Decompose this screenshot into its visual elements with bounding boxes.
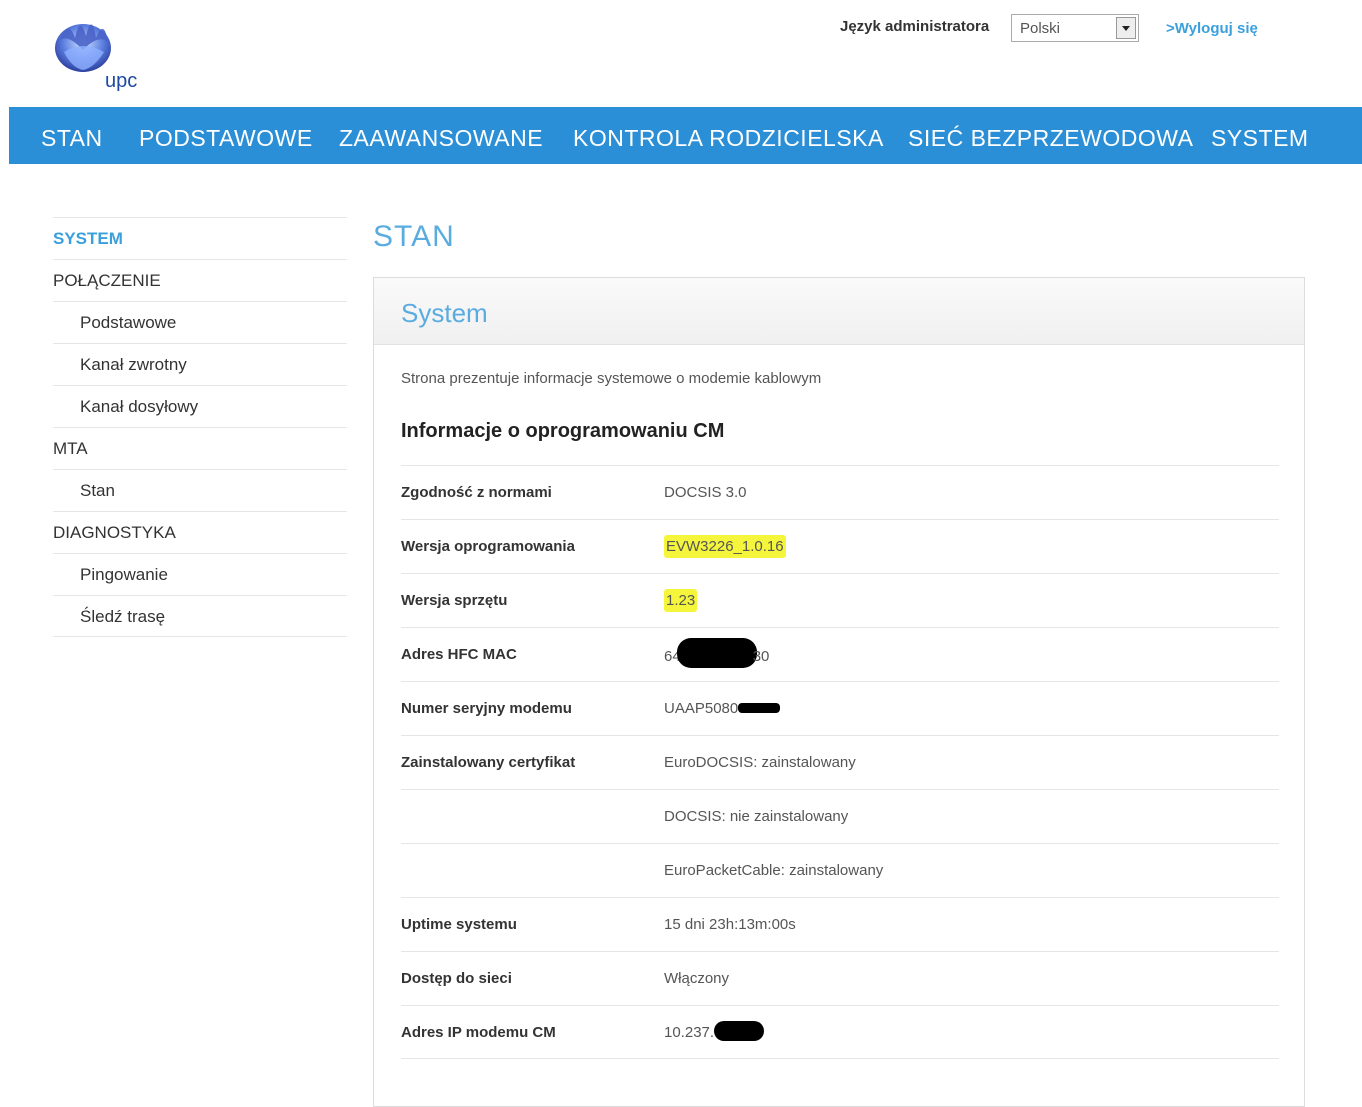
table-row: Uptime systemu 15 dni 23h:13m:00s (401, 897, 1279, 951)
row-value: 10.237. (664, 1021, 765, 1042)
sidebar-item-polaczenie[interactable]: POŁĄCZENIE (53, 259, 347, 301)
ip-prefix: 10.237. (664, 1024, 715, 1041)
redaction-mark (738, 702, 781, 713)
nav-zaawansowane[interactable]: ZAAWANSOWANE (339, 125, 543, 152)
info-table: Zgodność z normami DOCSIS 3.0 Wersja opr… (401, 465, 1279, 1059)
panel-header: System (374, 278, 1304, 345)
main-nav: STAN PODSTAWOWE ZAAWANSOWANE KONTROLA RO… (9, 107, 1362, 169)
sidebar-item-podstawowe[interactable]: Podstawowe (53, 301, 347, 343)
table-row: Numer seryjny modemu UAAP5080 (401, 681, 1279, 735)
sidebar-item-system[interactable]: SYSTEM (53, 217, 347, 259)
section-title: Informacje o oprogramowaniu CM (401, 420, 725, 442)
redaction-mark (676, 638, 757, 668)
sidebar-item-kanal-dosylowy[interactable]: Kanał dosyłowy (53, 385, 347, 427)
row-value: 64 30 (664, 638, 770, 668)
row-label: Numer seryjny modemu (401, 700, 572, 717)
table-row: Adres HFC MAC 64 30 (401, 627, 1279, 681)
sidebar-item-diagnostyka[interactable]: DIAGNOSTYKA (53, 511, 347, 553)
sidebar-item-kanal-zwrotny[interactable]: Kanał zwrotny (53, 343, 347, 385)
row-value: EuroDOCSIS: zainstalowany (664, 754, 856, 771)
nav-kontrola-rodzicielska[interactable]: KONTROLA RODZICIELSKA (573, 125, 884, 152)
row-value: 1.23 (664, 589, 698, 612)
sidebar-item-mta[interactable]: MTA (53, 427, 347, 469)
row-value: EuroPacketCable: zainstalowany (664, 862, 884, 879)
row-value: DOCSIS 3.0 (664, 484, 747, 501)
chevron-down-icon[interactable] (1116, 17, 1136, 39)
logout-link[interactable]: >Wyloguj się (1166, 20, 1258, 37)
table-row: Wersja oprogramowania EVW3226_1.0.16 (401, 519, 1279, 573)
upc-brand-text: upc (105, 70, 138, 92)
panel-description: Strona prezentuje informacje systemowe o… (401, 370, 822, 387)
table-row: Zainstalowany certyfikat EuroDOCSIS: zai… (401, 735, 1279, 789)
table-row: Adres IP modemu CM 10.237. (401, 1005, 1279, 1059)
upc-logo: upc (50, 10, 150, 95)
nav-podstawowe[interactable]: PODSTAWOWE (139, 125, 313, 152)
row-value: EVW3226_1.0.16 (664, 535, 786, 558)
row-value: Włączony (664, 970, 730, 987)
sidebar-item-pingowanie[interactable]: Pingowanie (53, 553, 347, 595)
table-row: Zgodność z normami DOCSIS 3.0 (401, 465, 1279, 519)
row-label: Adres HFC MAC (401, 646, 517, 663)
nav-stan[interactable]: STAN (41, 125, 103, 169)
serial-prefix: UAAP5080 (664, 700, 739, 717)
table-row: Wersja sprzętu 1.23 (401, 573, 1279, 627)
row-label: Zgodność z normami (401, 484, 552, 501)
page-title: STAN (373, 220, 455, 253)
table-row: Dostęp do sieci Włączony (401, 951, 1279, 1005)
admin-language-value: Polski (1020, 20, 1061, 37)
redaction-mark (714, 1021, 765, 1042)
nav-siec-bezprzewodowa[interactable]: SIEĆ BEZPRZEWODOWA (908, 125, 1193, 152)
nav-system[interactable]: SYSTEM (1211, 125, 1309, 152)
admin-language-label: Język administratora (840, 18, 990, 35)
row-label: Wersja oprogramowania (401, 538, 575, 555)
row-label: Dostęp do sieci (401, 970, 512, 987)
highlighted-value: EVW3226_1.0.16 (664, 535, 786, 558)
row-label: Uptime systemu (401, 916, 517, 933)
sidebar-item-stan[interactable]: Stan (53, 469, 347, 511)
highlighted-value: 1.23 (664, 589, 698, 612)
panel-title: System (401, 298, 488, 328)
row-value: 15 dni 23h:13m:00s (664, 916, 796, 933)
row-value: UAAP5080 (664, 700, 781, 717)
row-value: DOCSIS: nie zainstalowany (664, 808, 849, 825)
admin-language-select[interactable]: Polski (1011, 14, 1139, 42)
table-row: EuroPacketCable: zainstalowany (401, 843, 1279, 897)
system-panel: System Strona prezentuje informacje syst… (373, 277, 1305, 1107)
sidebar-item-sledz-trase[interactable]: Śledź trasę (53, 595, 347, 637)
mac-suffix: 30 (752, 647, 770, 665)
table-row: DOCSIS: nie zainstalowany (401, 789, 1279, 843)
row-label: Zainstalowany certyfikat (401, 754, 576, 771)
row-label: Wersja sprzętu (401, 592, 508, 609)
row-label: Adres IP modemu CM (401, 1024, 556, 1041)
sidebar: SYSTEM POŁĄCZENIE Podstawowe Kanał zwrot… (53, 217, 347, 637)
